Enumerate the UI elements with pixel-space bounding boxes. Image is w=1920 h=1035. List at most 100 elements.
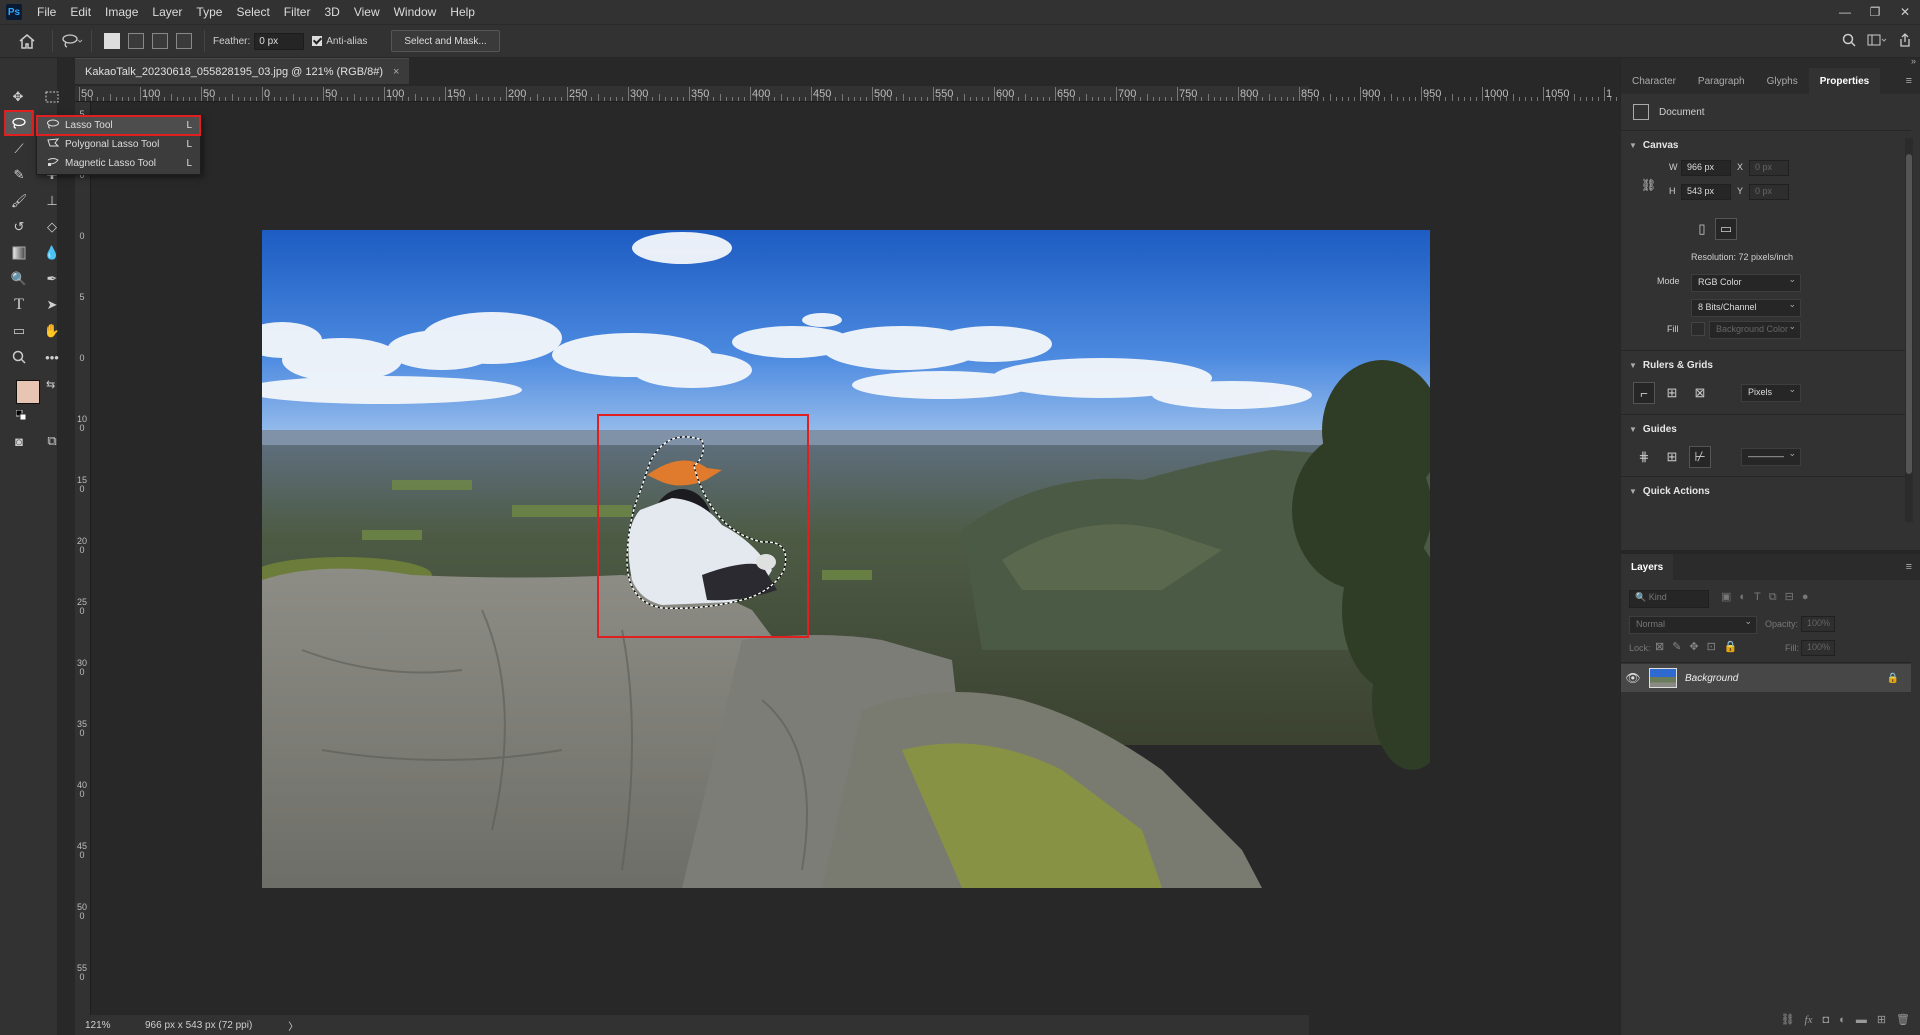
link-dimensions-icon[interactable]: ⛓ (1641, 178, 1656, 192)
layer-filter-icons[interactable]: ▣◐T⧉⊟● (1721, 590, 1816, 604)
menu-view[interactable]: View (347, 5, 387, 19)
bit-depth-dropdown[interactable]: 8 Bits/Channel (1691, 299, 1801, 317)
menu-edit[interactable]: Edit (63, 5, 98, 19)
add-to-selection-icon[interactable] (128, 33, 144, 49)
blur-tool-icon[interactable]: 💧 (39, 242, 65, 264)
layers-menu-icon[interactable]: ≡ (1898, 561, 1920, 573)
guides-section-header[interactable]: ▼ Guides (1621, 418, 1677, 440)
properties-scrollbar[interactable] (1905, 138, 1913, 522)
screen-mode-icon[interactable]: ⧉ (39, 430, 65, 452)
flyout-item-lasso[interactable]: Lasso Tool L (36, 115, 201, 136)
brush-tool-icon[interactable]: 🖌 (6, 190, 32, 212)
select-and-mask-button[interactable]: Select and Mask... (391, 30, 500, 52)
fill-dropdown[interactable]: Background Color (1709, 321, 1801, 339)
foreground-color-swatch[interactable] (16, 380, 40, 404)
canvas-y-input[interactable]: 0 px (1749, 184, 1789, 200)
new-layer-icon[interactable]: ⊞ (1877, 1013, 1886, 1026)
new-selection-icon[interactable] (104, 33, 120, 49)
flyout-item-magnetic-lasso[interactable]: Magnetic Lasso Tool L (37, 154, 200, 173)
share-icon[interactable] (1894, 29, 1916, 51)
properties-scroll-thumb[interactable] (1906, 154, 1912, 474)
canvas-height-input[interactable]: 543 px (1681, 184, 1731, 200)
history-brush-tool-icon[interactable]: ↺ (6, 216, 32, 238)
ruler-units-dropdown[interactable]: Pixels (1741, 384, 1801, 402)
pen-tool-icon[interactable]: ✒ (39, 268, 65, 290)
eraser-tool-icon[interactable]: ◇ (39, 216, 65, 238)
landscape-orientation-icon[interactable]: ▭ (1715, 218, 1737, 240)
quick-actions-section-header[interactable]: ▼ Quick Actions (1621, 480, 1710, 502)
dodge-tool-icon[interactable]: 🔍 (6, 268, 32, 290)
lasso-tool-icon[interactable] (4, 110, 34, 136)
zoom-tool-icon[interactable] (6, 346, 32, 368)
close-window-button[interactable]: ✕ (1890, 0, 1920, 24)
layer-name[interactable]: Background (1685, 673, 1738, 684)
eye-icon[interactable]: 👁 (1621, 671, 1645, 685)
marquee-tool-icon[interactable] (39, 86, 65, 108)
landscape-photo[interactable] (262, 230, 1430, 888)
lock-icon[interactable]: 🔒 (1887, 673, 1899, 684)
link-layers-icon[interactable]: ⛓ (1781, 1013, 1795, 1026)
status-arrow-icon[interactable]: 〉 (288, 1018, 298, 1033)
fill-opacity-input[interactable]: 100% (1801, 640, 1835, 656)
tab-paragraph[interactable]: Paragraph (1687, 68, 1756, 94)
pixel-grid-icon[interactable]: ⊠ (1689, 382, 1711, 404)
quick-mask-icon[interactable]: ◙ (6, 430, 32, 452)
tab-properties[interactable]: Properties (1808, 68, 1881, 94)
menu-select[interactable]: Select (229, 5, 276, 19)
swap-colors-icon[interactable]: ⇆ (46, 378, 55, 391)
guide-style-dropdown[interactable]: ———— (1741, 448, 1801, 466)
object-selection-tool-icon[interactable]: ⟋ (6, 138, 32, 160)
minimize-button[interactable]: — (1830, 0, 1860, 24)
hand-tool-icon[interactable]: ✋ (39, 320, 65, 342)
new-guide-icon[interactable]: ⊞ (1661, 446, 1683, 468)
clone-stamp-tool-icon[interactable]: ⊥ (39, 190, 65, 212)
gradient-tool-icon[interactable] (6, 242, 32, 264)
delete-layer-icon[interactable]: 🗑 (1896, 1013, 1910, 1026)
rulers-grids-section-header[interactable]: ▼ Rulers & Grids (1621, 354, 1713, 376)
document-canvas[interactable] (262, 230, 1430, 888)
guide-grid-icon[interactable]: ⋕ (1633, 446, 1655, 468)
canvas-width-input[interactable]: 966 px (1681, 160, 1731, 176)
home-icon[interactable] (16, 30, 38, 52)
lock-icons[interactable]: ⊠✎✥⊡🔒 (1655, 640, 1746, 653)
opacity-input[interactable]: 100% (1801, 616, 1835, 632)
blend-mode-dropdown[interactable]: Normal (1629, 616, 1757, 634)
anti-alias-checkbox[interactable] (312, 36, 323, 46)
rectangle-tool-icon[interactable]: ▭ (6, 320, 32, 342)
menu-filter[interactable]: Filter (277, 5, 318, 19)
collapse-panels-icon[interactable]: » (1911, 56, 1916, 66)
ruler-icon[interactable]: ⌐ (1633, 382, 1655, 404)
portrait-orientation-icon[interactable]: ▯ (1691, 218, 1713, 240)
menu-help[interactable]: Help (443, 5, 482, 19)
intersect-selection-icon[interactable] (176, 33, 192, 49)
flyout-item-polygonal-lasso[interactable]: Polygonal Lasso Tool L (37, 135, 200, 154)
panel-menu-icon[interactable]: ≡ (1898, 68, 1920, 94)
workspace-icon[interactable] (1866, 29, 1888, 51)
add-mask-icon[interactable]: ◘ (1823, 1014, 1830, 1026)
feather-input[interactable]: 0 px (254, 32, 305, 50)
path-selection-tool-icon[interactable]: ➤ (39, 294, 65, 316)
eyedropper-tool-icon[interactable]: ✎ (6, 164, 32, 186)
layer-effects-icon[interactable]: fx (1805, 1014, 1813, 1026)
zoom-level[interactable]: 121% (85, 1020, 145, 1031)
new-group-icon[interactable]: ▬ (1856, 1014, 1867, 1026)
document-tab[interactable]: KakaoTalk_20230618_055828195_03.jpg @ 12… (75, 58, 410, 84)
adjustment-layer-icon[interactable]: ◐ (1839, 1014, 1846, 1026)
restore-button[interactable]: ❐ (1860, 0, 1890, 24)
close-tab-icon[interactable]: × (393, 66, 399, 78)
fill-swatch[interactable] (1691, 322, 1705, 336)
tab-glyphs[interactable]: Glyphs (1756, 68, 1809, 94)
menu-window[interactable]: Window (387, 5, 444, 19)
layer-row[interactable]: 👁 Background 🔒 (1621, 664, 1911, 692)
canvas-x-input[interactable]: 0 px (1749, 160, 1789, 176)
layer-filter-kind[interactable]: 🔍 Kind (1629, 590, 1709, 608)
lasso-preset-icon[interactable] (61, 30, 83, 52)
tab-character[interactable]: Character (1621, 68, 1687, 94)
more-tools-icon[interactable]: ••• (39, 346, 65, 368)
menu-layer[interactable]: Layer (145, 5, 189, 19)
menu-image[interactable]: Image (98, 5, 145, 19)
move-tool-icon[interactable]: ✥ (5, 86, 31, 108)
menu-file[interactable]: File (30, 5, 63, 19)
search-icon[interactable] (1838, 29, 1860, 51)
subtract-from-selection-icon[interactable] (152, 33, 168, 49)
